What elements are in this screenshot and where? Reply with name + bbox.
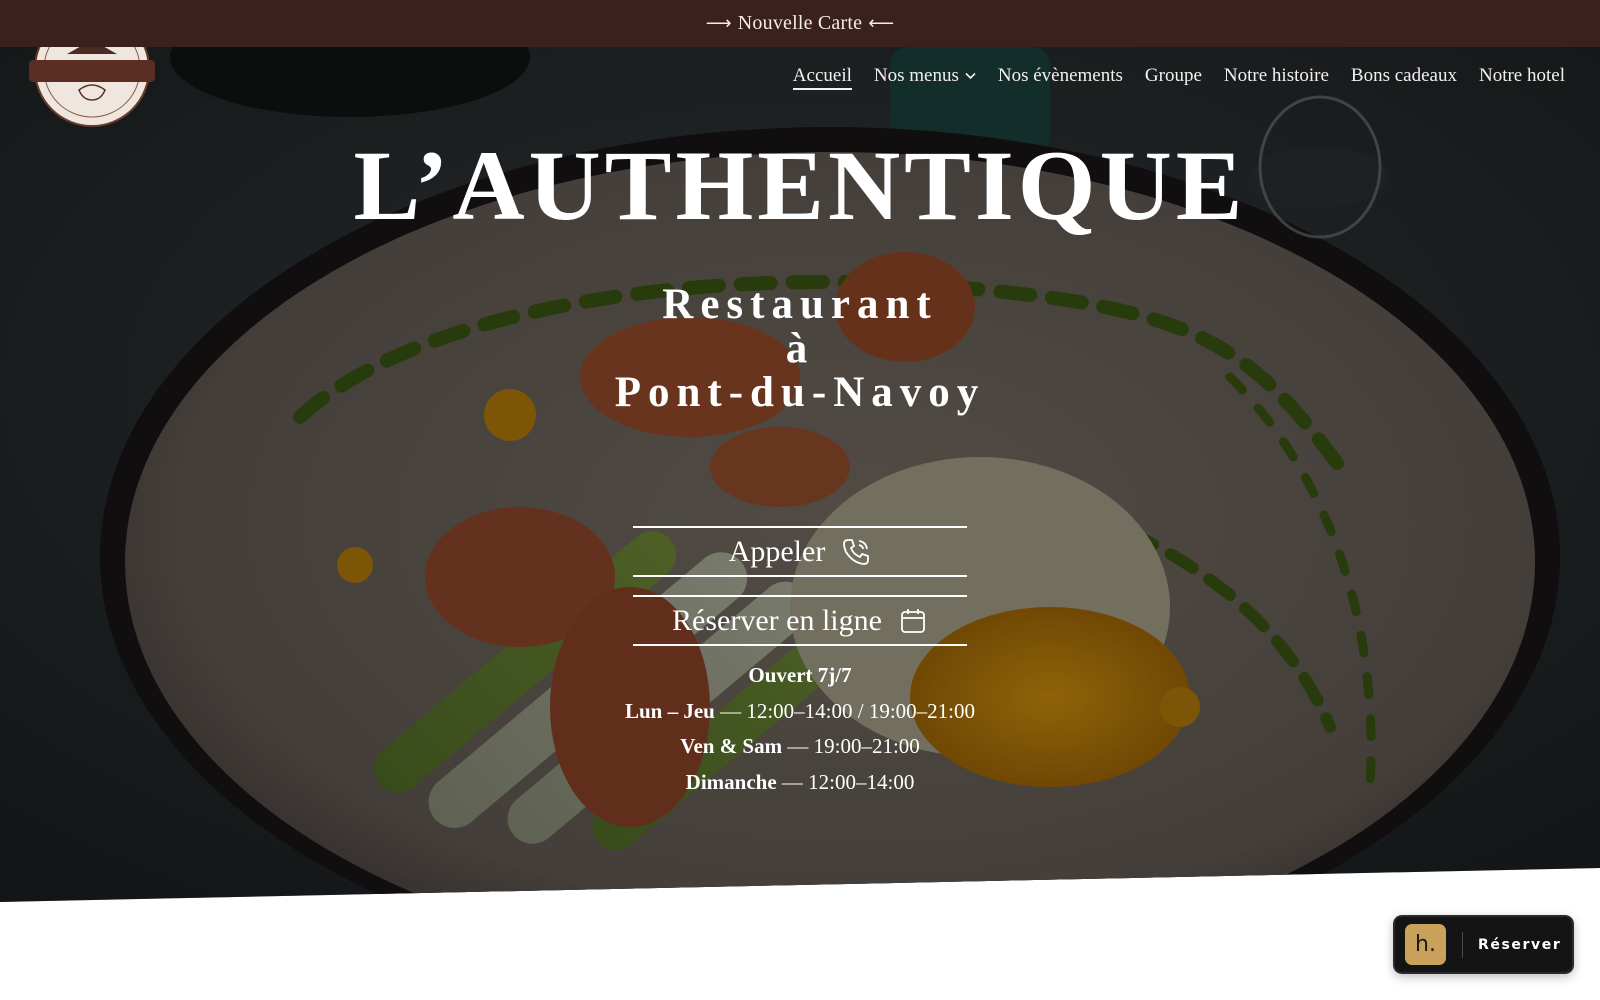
call-button[interactable]: Appeler xyxy=(633,526,967,577)
hero-subtitle: Restaurant à Pont-du-Navoy xyxy=(0,283,1600,415)
book-online-label: Réserver en ligne xyxy=(672,603,882,637)
nav-item-nos-menus[interactable]: Nos menus xyxy=(874,65,976,90)
subtitle-line-1: Restaurant xyxy=(662,281,938,328)
booking-widget-button[interactable]: h. Réserver xyxy=(1393,915,1574,974)
phone-icon xyxy=(843,538,870,565)
call-button-label: Appeler xyxy=(728,534,826,568)
announcement-bar[interactable]: ⟶ Nouvelle Carte ⟵ xyxy=(0,0,1600,47)
hero-title: L’AUTHENTIQUE xyxy=(353,130,1247,241)
subtitle-line-3: Pont-du-Navoy xyxy=(614,369,986,416)
hours-open: Ouvert 7j/7 xyxy=(748,663,852,687)
announcement-text[interactable]: Nouvelle Carte xyxy=(738,12,862,35)
nav-item-hotel[interactable]: Notre hotel xyxy=(1479,65,1565,90)
divider xyxy=(1462,931,1463,958)
hours-times: — 12:00–14:00 / 19:00–21:00 xyxy=(720,698,976,723)
booking-widget-label: Réserver xyxy=(1478,936,1562,953)
arrow-right-icon: ⟶ xyxy=(705,13,732,34)
hours-row: Dimanche — 12:00–14:00 xyxy=(0,765,1600,801)
nav-item-bons-cadeaux[interactable]: Bons cadeaux xyxy=(1351,65,1457,90)
nav-item-evenements[interactable]: Nos évènements xyxy=(998,65,1123,90)
main-nav: Accueil Nos menus Nos évènements Groupe … xyxy=(792,57,1565,97)
nav-item-accueil[interactable]: Accueil xyxy=(792,65,852,90)
calendar-icon xyxy=(901,608,925,633)
hours-days: Lun – Jeu xyxy=(624,698,715,723)
hours-days: Dimanche xyxy=(685,769,777,794)
hours-days: Ven & Sam xyxy=(680,734,783,758)
book-online-button[interactable]: Réserver en ligne xyxy=(633,595,967,646)
nav-item-label: Nos menus xyxy=(873,64,959,86)
nav-item-histoire[interactable]: Notre histoire xyxy=(1224,65,1329,90)
chevron-down-icon xyxy=(965,72,976,79)
opening-hours: Ouvert 7j/7 Lun – Jeu — 12:00–14:00 / 19… xyxy=(0,658,1600,800)
subtitle-line-2: à xyxy=(785,325,815,372)
hours-row: Ven & Sam — 19:00–21:00 xyxy=(0,729,1600,765)
nav-item-groupe[interactable]: Groupe xyxy=(1145,65,1202,90)
hours-row: Lun – Jeu — 12:00–14:00 / 19:00–21:00 xyxy=(0,694,1600,730)
hours-times: — 12:00–14:00 xyxy=(781,769,915,794)
booking-provider-logo: h. xyxy=(1405,924,1446,965)
arrow-left-icon: ⟵ xyxy=(868,13,895,34)
hours-times: — 19:00–21:00 xyxy=(787,734,920,758)
